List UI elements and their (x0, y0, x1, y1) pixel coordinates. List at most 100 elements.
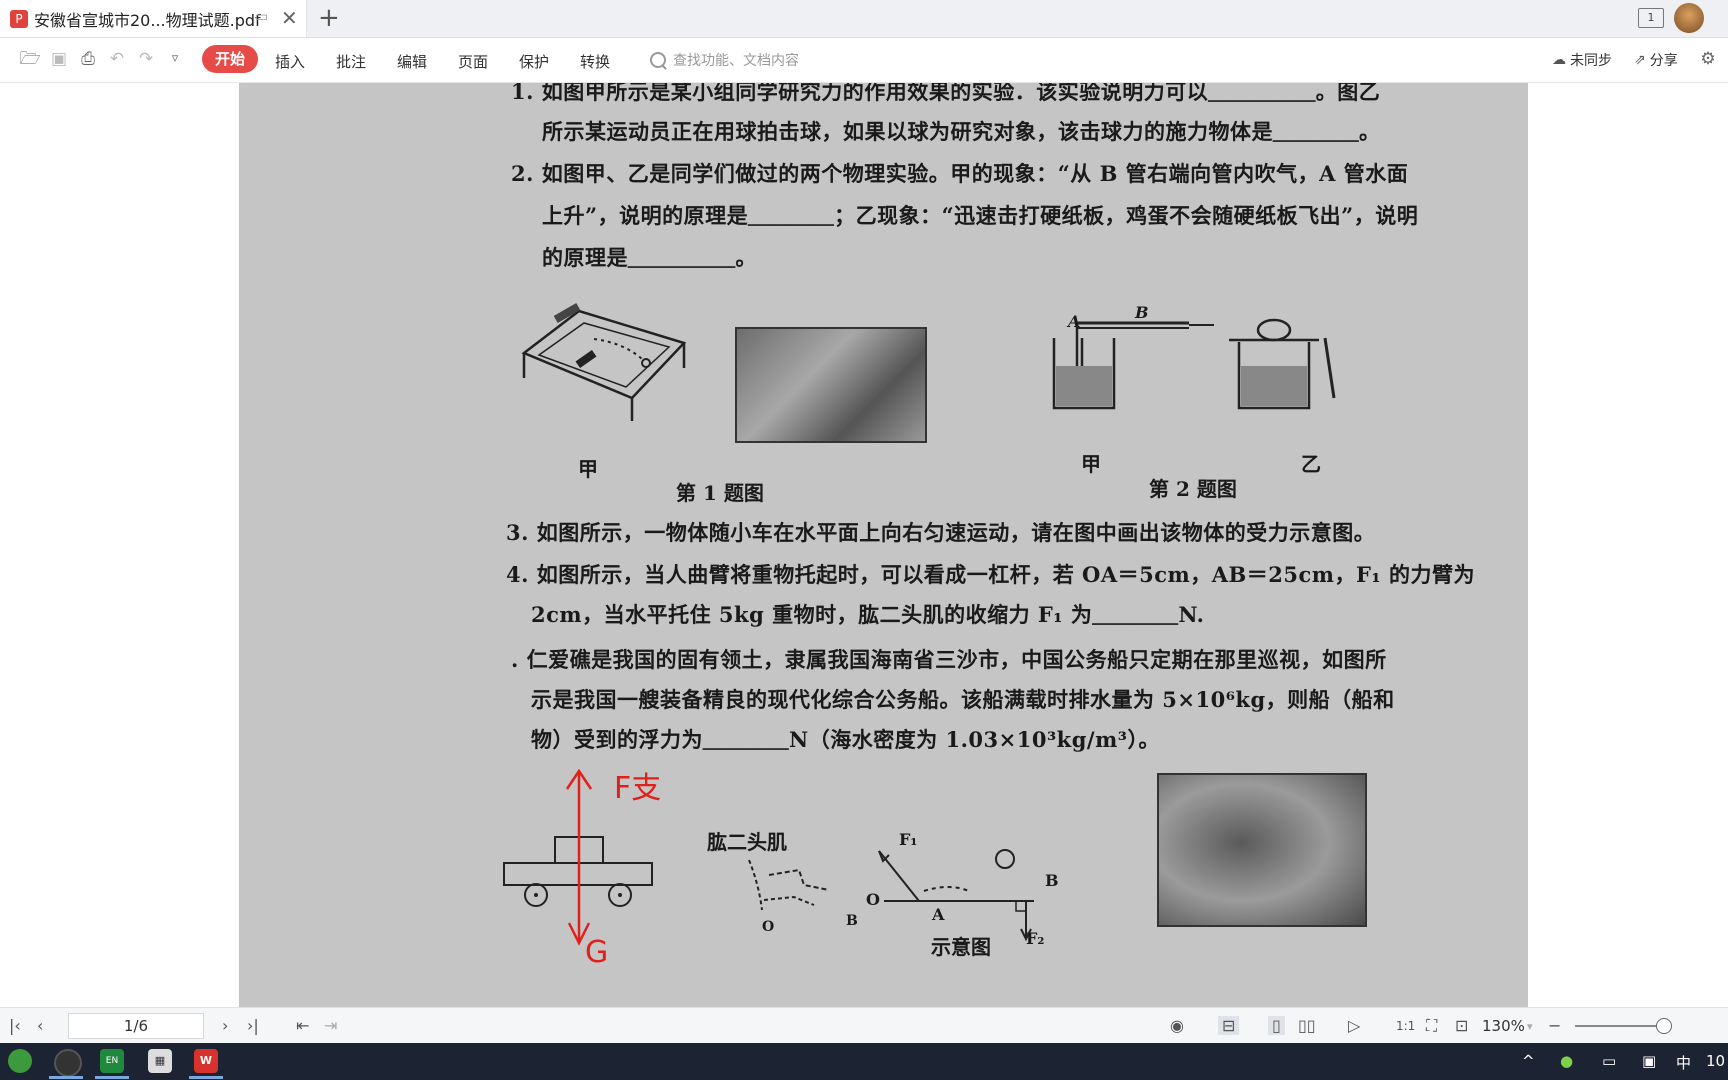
user-avatar[interactable] (1674, 3, 1704, 33)
lever-label-O: O (866, 890, 880, 909)
browser-icon[interactable] (54, 1049, 82, 1077)
display-icon[interactable]: ▣ (1642, 1052, 1656, 1070)
sync-button[interactable]: ☁ 未同步 (1552, 50, 1612, 70)
fig2-label-yi: 乙 (1301, 452, 1321, 476)
close-tab-icon[interactable]: ✕ (281, 6, 298, 30)
q5-line1: . 仁爱礁是我国的固有领土，隶属我国海南省三沙市，中国公务船只定期在那里巡视，如… (511, 647, 1387, 672)
menu-start[interactable]: 开始 (202, 45, 259, 73)
document-tab[interactable]: P 安徽省宣城市20...物理试题.pdf ▭ ✕ (0, 0, 307, 37)
zoom-slider-knob[interactable] (1656, 1018, 1672, 1034)
menu-protect[interactable]: 保护 (519, 51, 549, 72)
first-page-icon[interactable]: |‹ (9, 1016, 21, 1035)
os-taskbar: EN ▦ W ^ ● ▭ ▣ 中 10 (0, 1043, 1728, 1080)
fig1-label-jia: 甲 (578, 457, 598, 481)
pdf-file-icon: P (10, 9, 28, 28)
q2-line3: 的原理是＿＿＿＿＿。 (542, 245, 757, 270)
q2-line1: 2. 如图甲、乙是同学们做过的两个物理实验。甲的现象：“从 B 管右端向管内吹气… (511, 161, 1409, 186)
share-icon: ⇗ (1634, 52, 1646, 68)
q5-line2: 示是我国一艘装备精良的现代化综合公务船。该船满载时排水量为 5×10⁶kg，则船… (531, 687, 1395, 712)
q1-line1: 1. 如图甲所示是某小组同学研究力的作用效果的实验．该实验说明力可以＿＿＿＿＿。… (511, 83, 1381, 104)
q4-line2: 2cm，当水平托住 5kg 重物时，肱二头肌的收缩力 F₁ 为＿＿＿＿N. (531, 602, 1205, 627)
zoom-level[interactable]: 130% (1482, 1017, 1525, 1035)
prev-page-icon[interactable]: ‹ (37, 1016, 43, 1035)
menu-page[interactable]: 页面 (458, 51, 488, 72)
q1-line2: 所示某运动员正在用球拍击球，如果以球为研究对象，该击球力的施力物体是＿＿＿＿。 (542, 119, 1381, 144)
zoom-select-icon[interactable]: ⊡ (1455, 1016, 1468, 1035)
print-icon[interactable]: ⎙ (77, 48, 99, 70)
open-folder-icon[interactable]: 🗁 (19, 48, 41, 70)
lever-caption: 示意图 (931, 935, 991, 959)
fig2-caption: 第 2 题图 (1149, 477, 1237, 501)
fig2-label-A: A (1068, 312, 1081, 331)
q5-ship-photo (1157, 773, 1367, 927)
play-icon[interactable]: ▷ (1348, 1016, 1360, 1035)
fig2-label-B: B (1135, 303, 1149, 322)
window-count-button[interactable]: 1 (1638, 8, 1664, 28)
menu-edit[interactable]: 编辑 (397, 51, 427, 72)
next-page-icon[interactable]: › (222, 1016, 228, 1035)
chevron-down-icon[interactable]: ▿ (164, 48, 186, 70)
zoom-out-icon[interactable]: − (1548, 1016, 1561, 1035)
annotation-support-force: F支 (614, 771, 662, 806)
start-icon[interactable] (8, 1049, 32, 1073)
lever-label-F1: F₁ (899, 830, 918, 849)
save-icon[interactable]: ▣ (48, 48, 70, 70)
document-tab-title: 安徽省宣城市20...物理试题.pdf (34, 10, 261, 30)
arm-label-O: O (762, 919, 775, 935)
battery-icon[interactable]: ▭ (1602, 1052, 1616, 1070)
zoom-slider-track[interactable] (1575, 1025, 1667, 1027)
biceps-label: 肱二头肌 (707, 830, 787, 854)
page-number-input[interactable]: 1/6 (68, 1013, 204, 1039)
single-page-icon[interactable]: ▯ (1268, 1016, 1285, 1035)
search-placeholder: 查找功能、文档内容 (673, 53, 799, 69)
forward-view-icon[interactable]: ⇥ (324, 1016, 337, 1035)
cloud-icon: ☁ (1552, 52, 1566, 68)
lever-label-F2: F₂ (1026, 929, 1045, 948)
main-toolbar: 🗁 ▣ ⎙ ↶ ↷ ▿ 开始 插入 批注 编辑 页面 保护 转换 查找功能、文档… (0, 38, 1728, 83)
q5-line3: 物）受到的浮力为＿＿＿＿N（海水密度为 1.03×10³kg/m³）。 (531, 727, 1160, 752)
browser-active-indicator (49, 1076, 83, 1079)
menu-insert[interactable]: 插入 (275, 51, 305, 72)
fig2-label-jia: 甲 (1081, 452, 1101, 476)
lever-label-A: A (932, 905, 945, 924)
eye-protect-icon[interactable]: ◉ (1170, 1016, 1184, 1035)
undo-icon[interactable]: ↶ (106, 48, 128, 70)
wps-icon[interactable]: W (194, 1049, 218, 1073)
menu-convert[interactable]: 转换 (580, 51, 610, 72)
two-page-icon[interactable]: ▯▯ (1298, 1016, 1316, 1035)
annotation-gravity: G (585, 935, 609, 970)
lever-label-B: B (1045, 871, 1059, 890)
q4-line1: 4. 如图所示，当人曲臂将重物托起时，可以看成一杠杆，若 OA＝5cm，AB＝2… (506, 562, 1475, 587)
back-view-icon[interactable]: ⇤ (296, 1016, 309, 1035)
redo-icon[interactable]: ↷ (135, 48, 157, 70)
status-bar: |‹ ‹ 1/6 › ›| ⇤ ⇥ ◉ ⊟ ▯ ▯▯ ▷ 1:1 ⛶ ⊡ 130… (0, 1007, 1728, 1044)
zoom-dropdown-icon[interactable]: ▾ (1527, 1020, 1533, 1033)
q4-lever-diagram (878, 849, 1034, 942)
settings-gear-icon[interactable]: ⚙ (1697, 48, 1719, 70)
q2-line2: 上升”，说明的原理是＿＿＿＿；乙现象：“迅速击打硬纸板，鸡蛋不会随硬纸板飞出”，… (542, 203, 1419, 228)
menu-annotate[interactable]: 批注 (336, 51, 366, 72)
input-method-icon[interactable]: EN (100, 1049, 124, 1073)
fit-page-icon[interactable]: ⛶ (1426, 1016, 1437, 1036)
calculator-icon[interactable]: ▦ (148, 1049, 172, 1073)
arm-label-B: B (846, 913, 858, 929)
q3-line1: 3. 如图所示，一物体随小车在水平面上向右匀速运动，请在图中画出该物体的受力示意… (506, 520, 1376, 545)
document-workspace[interactable]: 1. 如图甲所示是某小组同学研究力的作用效果的实验．该实验说明力可以＿＿＿＿＿。… (0, 83, 1728, 1007)
tray-app-icon[interactable]: ● (1560, 1052, 1573, 1070)
pin-icon[interactable]: ▭ (255, 9, 268, 25)
share-button[interactable]: ⇗ 分享 (1634, 50, 1678, 70)
clock[interactable]: 10 (1706, 1052, 1725, 1070)
ime-active-indicator (95, 1076, 129, 1079)
search-icon (650, 52, 666, 68)
tray-chevron-icon[interactable]: ^ (1522, 1052, 1535, 1070)
pdf-page: 1. 如图甲所示是某小组同学研究力的作用效果的实验．该实验说明力可以＿＿＿＿＿。… (239, 83, 1528, 1007)
last-page-icon[interactable]: ›| (247, 1016, 259, 1035)
sync-label: 未同步 (1570, 53, 1612, 69)
search-box[interactable]: 查找功能、文档内容 (650, 50, 799, 70)
actual-size-icon[interactable]: 1:1 (1396, 1019, 1415, 1033)
tab-bar: P 安徽省宣城市20...物理试题.pdf ▭ ✕ + 1 (0, 0, 1728, 38)
fit-width-icon[interactable]: ⊟ (1218, 1016, 1240, 1035)
new-tab-button[interactable]: + (318, 3, 340, 33)
share-label: 分享 (1649, 53, 1678, 69)
ime-lang[interactable]: 中 (1676, 1052, 1691, 1073)
